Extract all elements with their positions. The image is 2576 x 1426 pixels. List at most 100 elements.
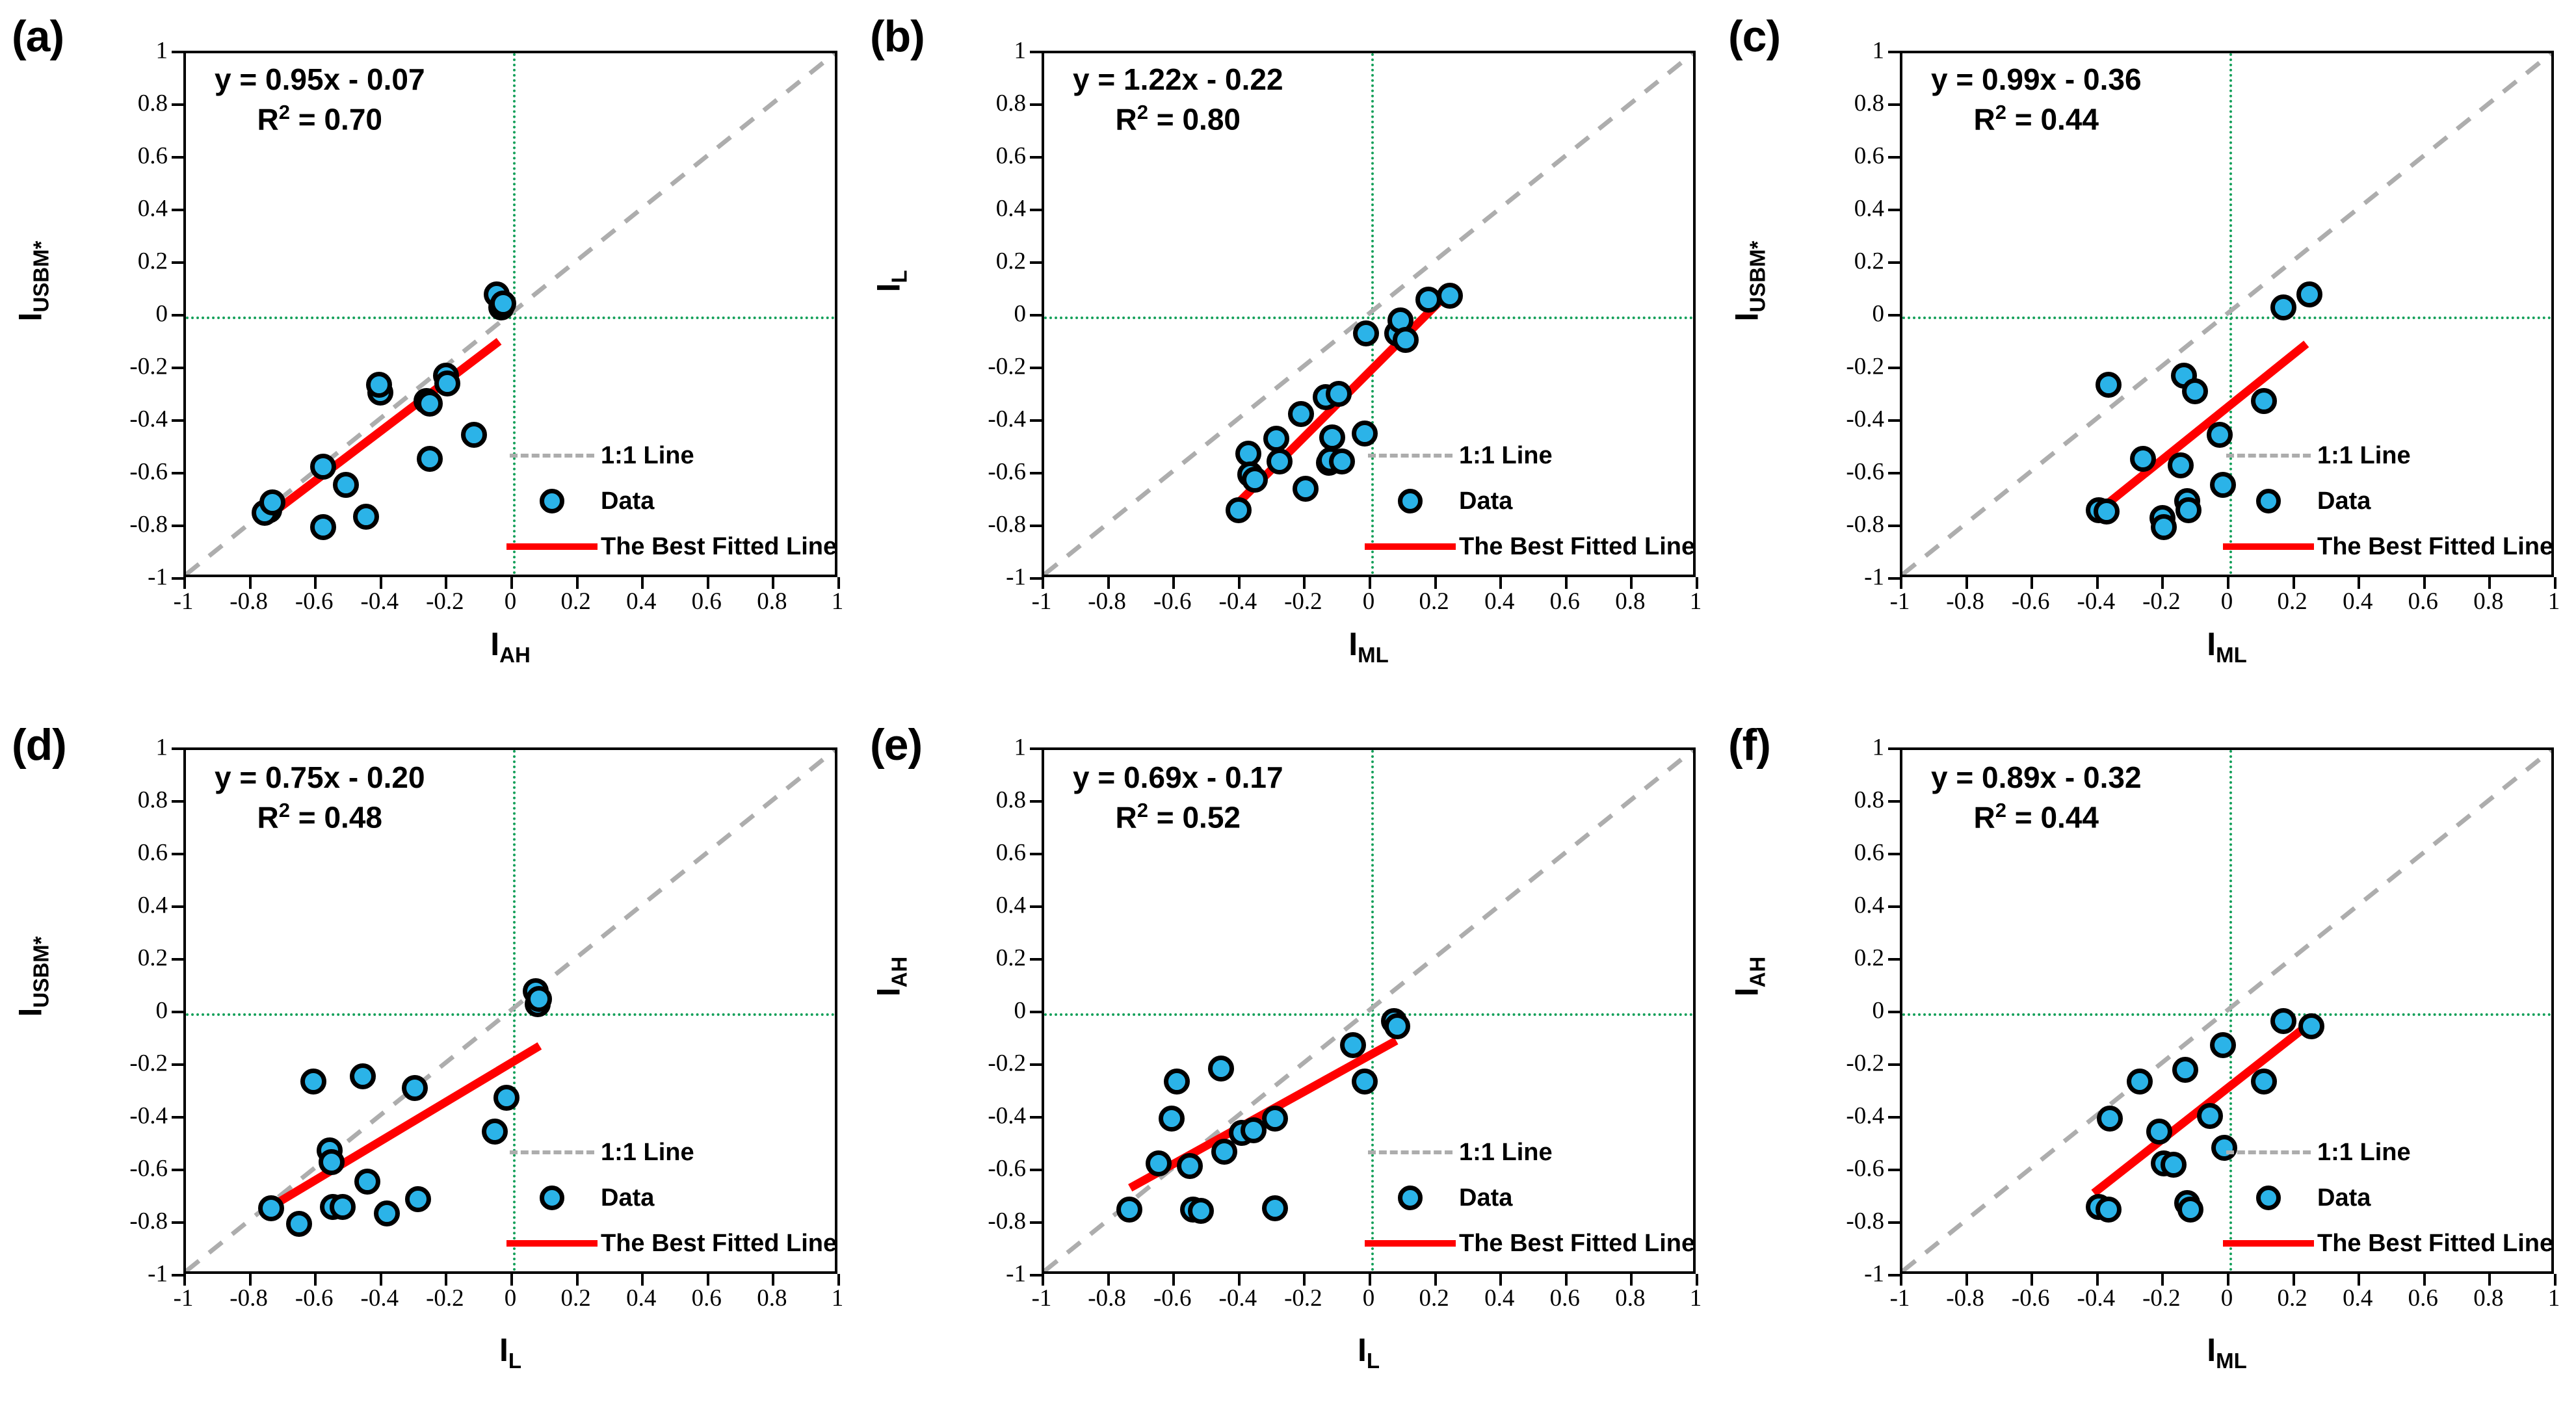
legend-label: The Best Fitted Line bbox=[601, 533, 837, 560]
regression-equation: y = 0.99x - 0.36 bbox=[1931, 62, 2142, 96]
data-point bbox=[365, 372, 392, 398]
y-tick-label: 0.6 bbox=[995, 142, 1026, 170]
x-tick-label: -1 bbox=[173, 588, 194, 615]
legend-marker bbox=[503, 1186, 601, 1210]
dashed-line-icon bbox=[2226, 1150, 2311, 1154]
legend-item-fit: The Best Fitted Line bbox=[2220, 1221, 2551, 1266]
y-tick-label: 0.2 bbox=[137, 248, 168, 275]
data-point bbox=[2095, 372, 2122, 398]
x-tick-label: 0 bbox=[2220, 1285, 2233, 1312]
x-axis-title-subscript: ML bbox=[2216, 1349, 2247, 1373]
y-tick-label: -0.2 bbox=[129, 1050, 168, 1077]
data-point bbox=[2298, 1013, 2324, 1040]
y-axis-title-subscript: AH bbox=[1745, 956, 1770, 988]
y-tick-label: -0.4 bbox=[129, 406, 168, 433]
y-axis-title-main: I bbox=[12, 1007, 49, 1017]
y-axis-title-subscript: L bbox=[887, 270, 912, 283]
x-tick-label: -1 bbox=[173, 1285, 194, 1312]
legend-item-data: Data bbox=[1361, 478, 1687, 524]
y-tick-label: -1 bbox=[148, 1260, 168, 1288]
data-point bbox=[349, 1063, 376, 1090]
x-tick-label: -1 bbox=[1031, 1285, 1052, 1312]
y-tick-label: -0.8 bbox=[988, 511, 1026, 538]
x-tick-label: -0.4 bbox=[1218, 1285, 1257, 1312]
x-tick-label: -0.6 bbox=[2011, 1285, 2050, 1312]
legend: 1:1 Line Data The Best Fitted Line bbox=[2220, 433, 2551, 569]
legend-label: Data bbox=[2317, 1184, 2371, 1212]
data-point bbox=[460, 422, 487, 448]
y-axis-title-main: I bbox=[870, 987, 907, 997]
data-point bbox=[300, 1069, 327, 1095]
data-point bbox=[1159, 1106, 1185, 1132]
y-tick-label: 0 bbox=[155, 300, 168, 328]
y-tick-mark bbox=[1030, 577, 1042, 580]
x-axis-title: IML bbox=[1900, 1331, 2554, 1373]
legend-label: The Best Fitted Line bbox=[2317, 1230, 2554, 1257]
data-point bbox=[1328, 448, 1355, 474]
y-tick-label: -0.2 bbox=[1846, 1050, 1884, 1077]
data-point bbox=[1226, 497, 1252, 523]
y-tick-label: -0.2 bbox=[129, 353, 168, 380]
data-point bbox=[434, 370, 461, 397]
solid-line-icon bbox=[1365, 543, 1456, 550]
legend-label: The Best Fitted Line bbox=[1459, 533, 1696, 560]
legend-marker bbox=[1361, 1186, 1459, 1210]
data-point bbox=[330, 1193, 356, 1220]
regression-equation: y = 0.95x - 0.07 bbox=[215, 62, 425, 96]
x-axis-title-main: I bbox=[1348, 626, 1358, 662]
y-tick-label: -1 bbox=[148, 564, 168, 591]
dashed-line-icon bbox=[1368, 454, 1452, 458]
x-tick-label: 0.4 bbox=[626, 1285, 657, 1312]
x-axis-title-main: I bbox=[2207, 626, 2216, 662]
y-tick-label: 1 bbox=[1014, 37, 1027, 64]
data-point bbox=[1261, 1195, 1288, 1221]
y-tick-label: 0.4 bbox=[1854, 195, 1884, 222]
y-tick-label: 0.4 bbox=[1854, 892, 1884, 919]
x-tick-label: 0.4 bbox=[626, 588, 657, 615]
y-axis-title: IUSBM* bbox=[12, 99, 54, 463]
x-tick-label: 0 bbox=[504, 1285, 517, 1312]
x-tick-label: -0.8 bbox=[1946, 1285, 1984, 1312]
panel-letter: (b) bbox=[870, 12, 925, 61]
y-tick-label: 0.4 bbox=[995, 892, 1026, 919]
legend-label: The Best Fitted Line bbox=[601, 1230, 837, 1257]
x-axis-title-subscript: ML bbox=[1358, 643, 1389, 667]
x-tick-label: 0.4 bbox=[2343, 1285, 2373, 1312]
legend-marker bbox=[2220, 454, 2317, 458]
panel-c: (c) -1 -0.8 -0.6 -0.4 -0.2 0 0.2 0.4 0.6 0.8 1 -1 -0.… bbox=[1716, 0, 2576, 708]
data-point bbox=[1267, 448, 1293, 474]
x-tick-label: -0.8 bbox=[230, 588, 268, 615]
x-tick-label: -0.6 bbox=[2011, 588, 2050, 615]
x-tick-label: -0.8 bbox=[1088, 1285, 1126, 1312]
y-axis-title-subscript: USBM* bbox=[29, 936, 53, 1008]
y-tick-mark bbox=[1888, 1274, 1900, 1277]
y-tick-label: -1 bbox=[1006, 564, 1026, 591]
y-tick-label: -0.4 bbox=[1846, 1102, 1884, 1130]
y-tick-label: 0.4 bbox=[137, 195, 168, 222]
y-tick-label: 1 bbox=[1872, 37, 1885, 64]
x-tick-label: 0.2 bbox=[1419, 1285, 1449, 1312]
data-point bbox=[1351, 1069, 1378, 1095]
x-axis-tick-labels: -1 -0.8 -0.6 -0.4 -0.2 0 0.2 0.4 0.6 0.8 1 bbox=[1890, 1282, 2560, 1321]
y-tick-label: -0.4 bbox=[988, 1102, 1026, 1130]
panel-letter: (f) bbox=[1728, 720, 1771, 770]
data-point bbox=[1353, 320, 1380, 347]
x-axis-title: IAH bbox=[183, 625, 837, 668]
y-axis-tick-labels: -1 -0.8 -0.6 -0.4 -0.2 0 0.2 0.4 0.6 0.8 1 bbox=[1820, 38, 1893, 591]
legend-item-one-to-one: 1:1 Line bbox=[1361, 433, 1687, 478]
data-point bbox=[1116, 1196, 1142, 1223]
y-tick-label: 1 bbox=[1872, 734, 1885, 761]
legend-label: 1:1 Line bbox=[601, 1139, 694, 1166]
legend-marker bbox=[2220, 1186, 2317, 1210]
legend-item-fit: The Best Fitted Line bbox=[503, 1221, 835, 1266]
panel-d: (d) -1 -0.8 -0.6 -0.4 -0.2 0 0.2 0.4 0.6 0.8 1 -1 -0.… bbox=[0, 708, 858, 1426]
data-point bbox=[2175, 497, 2202, 523]
x-tick-label: -0.2 bbox=[426, 1285, 464, 1312]
dashed-line-icon bbox=[510, 1150, 594, 1154]
y-tick-label: 0.2 bbox=[137, 944, 168, 972]
y-tick-label: 0.4 bbox=[137, 892, 168, 919]
x-tick-label: 1 bbox=[2547, 588, 2560, 615]
y-axis-tick-labels: -1 -0.8 -0.6 -0.4 -0.2 0 0.2 0.4 0.6 0.8 1 bbox=[962, 734, 1035, 1288]
y-axis-title-main: I bbox=[1728, 987, 1765, 997]
y-axis-title: IUSBM* bbox=[12, 795, 54, 1159]
